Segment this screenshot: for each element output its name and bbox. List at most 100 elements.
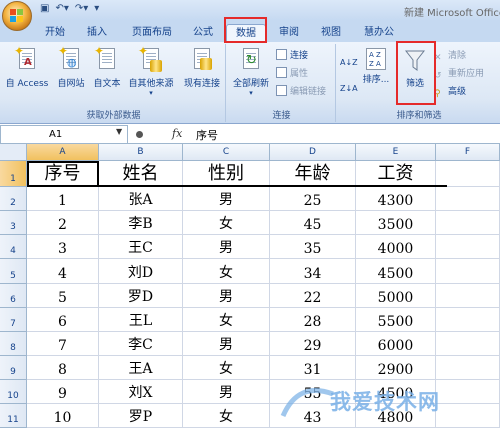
table-cell[interactable]: 4 — [27, 259, 99, 284]
table-cell[interactable]: 35 — [270, 235, 356, 259]
header-cell[interactable] — [436, 161, 500, 187]
tab-view[interactable]: 视图 — [314, 24, 348, 42]
table-cell[interactable]: 男 — [183, 332, 270, 356]
table-cell[interactable]: 4500 — [356, 259, 436, 284]
row-header-8[interactable]: 8 — [0, 332, 27, 356]
table-cell[interactable]: 7 — [27, 332, 99, 356]
table-cell[interactable]: 10 — [27, 404, 99, 428]
advanced-filter-button[interactable]: ⚲ 高级 — [434, 84, 466, 100]
row-header-6[interactable]: 6 — [0, 284, 27, 308]
table-cell[interactable] — [436, 404, 500, 428]
table-cell[interactable]: 28 — [270, 308, 356, 332]
table-cell[interactable]: 34 — [270, 259, 356, 284]
tab-huibangong[interactable]: 慧办公 — [356, 24, 402, 42]
sort-z-a-button[interactable]: Z↓A — [340, 84, 358, 93]
table-cell[interactable]: 王C — [99, 235, 183, 259]
table-cell[interactable]: 王A — [99, 356, 183, 380]
table-cell[interactable]: 6000 — [356, 332, 436, 356]
from-text-button[interactable]: ✦ 自文本 — [90, 44, 124, 89]
sort-a-z-button[interactable]: A↓Z — [340, 58, 358, 67]
row-header-9[interactable]: 9 — [0, 356, 27, 380]
row-header-7[interactable]: 7 — [0, 308, 27, 332]
table-cell[interactable]: 22 — [270, 284, 356, 308]
tab-review[interactable]: 审阅 — [272, 24, 306, 42]
table-cell[interactable]: 8 — [27, 356, 99, 380]
table-cell[interactable] — [436, 308, 500, 332]
table-cell[interactable]: 25 — [270, 187, 356, 211]
from-other-sources-button[interactable]: ✦ 自其他来源 ▾ — [124, 44, 178, 97]
table-cell[interactable]: 刘D — [99, 259, 183, 284]
table-cell[interactable]: 4300 — [356, 187, 436, 211]
table-cell[interactable]: 男 — [183, 187, 270, 211]
table-cell[interactable]: 李B — [99, 211, 183, 235]
table-cell[interactable]: 女 — [183, 404, 270, 428]
edit-links-button[interactable]: 编辑链接 — [276, 84, 326, 97]
table-cell[interactable] — [436, 259, 500, 284]
table-cell[interactable]: 罗P — [99, 404, 183, 428]
table-cell[interactable] — [436, 235, 500, 259]
table-cell[interactable] — [436, 187, 500, 211]
row-header-1[interactable]: 1 — [0, 161, 27, 187]
table-cell[interactable] — [436, 332, 500, 356]
table-cell[interactable]: 4500 — [356, 380, 436, 404]
column-header-f[interactable]: F — [436, 144, 500, 161]
table-cell[interactable]: 6 — [27, 308, 99, 332]
clear-filter-button[interactable]: ✕ 清除 — [434, 48, 466, 64]
table-cell[interactable] — [436, 284, 500, 308]
table-cell[interactable] — [436, 356, 500, 380]
tab-formulas[interactable]: 公式 — [186, 24, 220, 42]
table-cell[interactable]: 5500 — [356, 308, 436, 332]
table-cell[interactable]: 45 — [270, 211, 356, 235]
table-cell[interactable]: 女 — [183, 259, 270, 284]
table-cell[interactable]: 29 — [270, 332, 356, 356]
filter-button[interactable]: 筛选 — [398, 48, 432, 89]
table-cell[interactable]: 9 — [27, 380, 99, 404]
insert-function-button[interactable]: fx — [172, 127, 182, 140]
table-cell[interactable]: 55 — [270, 380, 356, 404]
save-icon[interactable]: ▣ — [40, 3, 49, 14]
row-header-11[interactable]: 11 — [0, 404, 27, 428]
table-cell[interactable]: 2900 — [356, 356, 436, 380]
connections-button[interactable]: 连接 — [276, 48, 308, 61]
table-cell[interactable]: 4000 — [356, 235, 436, 259]
tab-insert[interactable]: 插入 — [80, 24, 114, 42]
table-cell[interactable]: 5 — [27, 284, 99, 308]
customize-qat-icon[interactable]: ▾ — [94, 3, 99, 14]
table-cell[interactable]: 王L — [99, 308, 183, 332]
table-cell[interactable]: 3500 — [356, 211, 436, 235]
refresh-all-button[interactable]: ↻ 全部刷新 ▾ — [230, 48, 272, 97]
header-cell[interactable]: 年龄 — [270, 161, 356, 187]
table-cell[interactable]: 男 — [183, 380, 270, 404]
header-cell[interactable]: 性别 — [183, 161, 270, 187]
tab-page-layout[interactable]: 页面布局 — [124, 24, 180, 42]
table-cell[interactable]: 张A — [99, 187, 183, 211]
row-header-5[interactable]: 5 — [0, 259, 27, 284]
header-cell[interactable]: 工资 — [356, 161, 436, 187]
row-header-3[interactable]: 3 — [0, 211, 27, 235]
undo-icon[interactable]: ↶▾ — [55, 3, 68, 14]
existing-connections-button[interactable]: 现有连接 — [180, 48, 224, 89]
tab-home[interactable]: 开始 — [38, 24, 72, 42]
sort-button[interactable]: A ZZ A 排序... — [360, 48, 392, 85]
table-cell[interactable] — [436, 380, 500, 404]
table-cell[interactable]: 女 — [183, 308, 270, 332]
row-header-4[interactable]: 4 — [0, 235, 27, 259]
table-cell[interactable]: 女 — [183, 211, 270, 235]
table-cell[interactable]: 男 — [183, 284, 270, 308]
name-box[interactable]: A1 — [0, 125, 128, 144]
table-cell[interactable]: 1 — [27, 187, 99, 211]
row-header-2[interactable]: 2 — [0, 187, 27, 211]
table-cell[interactable]: 罗D — [99, 284, 183, 308]
tab-data[interactable]: 数据 — [226, 24, 266, 42]
table-cell[interactable]: 5000 — [356, 284, 436, 308]
formula-input[interactable]: 序号 — [196, 127, 218, 143]
table-cell[interactable] — [436, 211, 500, 235]
chevron-down-icon[interactable]: ▼ — [116, 127, 122, 136]
from-access-button[interactable]: ✦ A 自 Access — [4, 44, 50, 89]
select-all-corner[interactable] — [0, 144, 27, 161]
table-cell[interactable]: 李C — [99, 332, 183, 356]
table-cell[interactable]: 43 — [270, 404, 356, 428]
table-cell[interactable]: 刘X — [99, 380, 183, 404]
properties-button[interactable]: 属性 — [276, 66, 308, 79]
table-cell[interactable]: 4800 — [356, 404, 436, 428]
